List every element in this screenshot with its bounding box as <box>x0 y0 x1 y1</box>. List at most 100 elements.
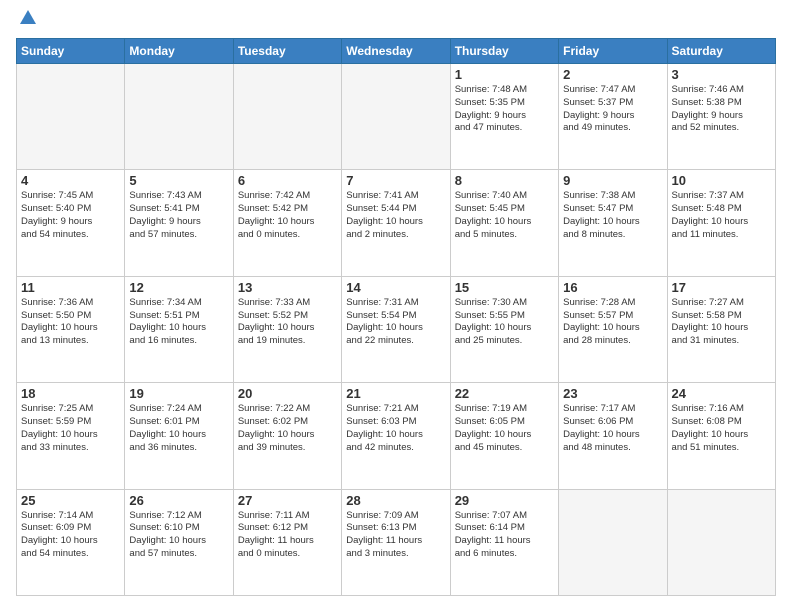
calendar-cell: 12 Sunrise: 7:34 AM Sunset: 5:51 PM Dayli… <box>125 276 233 382</box>
day-info: Sunrise: 7:21 AM Sunset: 6:03 PM Dayligh… <box>346 403 445 454</box>
day-number: 8 <box>455 173 554 188</box>
day-info: Sunrise: 7:28 AM Sunset: 5:57 PM Dayligh… <box>563 297 662 348</box>
day-number: 3 <box>672 67 771 82</box>
day-number: 14 <box>346 280 445 295</box>
calendar-cell: 14 Sunrise: 7:31 AM Sunset: 5:54 PM Dayli… <box>342 276 450 382</box>
weekday-header-thursday: Thursday <box>450 39 558 64</box>
day-info: Sunrise: 7:41 AM Sunset: 5:44 PM Dayligh… <box>346 190 445 241</box>
calendar-cell: 8 Sunrise: 7:40 AM Sunset: 5:45 PM Daylig… <box>450 170 558 276</box>
day-info: Sunrise: 7:45 AM Sunset: 5:40 PM Dayligh… <box>21 190 120 241</box>
calendar-cell <box>559 489 667 595</box>
day-info: Sunrise: 7:42 AM Sunset: 5:42 PM Dayligh… <box>238 190 337 241</box>
day-info: Sunrise: 7:37 AM Sunset: 5:48 PM Dayligh… <box>672 190 771 241</box>
weekday-header-sunday: Sunday <box>17 39 125 64</box>
calendar-cell: 27Sunrise: 7:11 AM Sunset: 6:12 PM Dayli… <box>233 489 341 595</box>
weekday-header-friday: Friday <box>559 39 667 64</box>
calendar-cell: 11 Sunrise: 7:36 AM Sunset: 5:50 PM Dayli… <box>17 276 125 382</box>
day-number: 23 <box>563 386 662 401</box>
day-info: Sunrise: 7:30 AM Sunset: 5:55 PM Dayligh… <box>455 297 554 348</box>
day-number: 13 <box>238 280 337 295</box>
day-number: 18 <box>21 386 120 401</box>
day-info: Sunrise: 7:43 AM Sunset: 5:41 PM Dayligh… <box>129 190 228 241</box>
calendar-cell: 10 Sunrise: 7:37 AM Sunset: 5:48 PM Dayli… <box>667 170 775 276</box>
day-info: Sunrise: 7:09 AM Sunset: 6:13 PM Dayligh… <box>346 510 445 561</box>
calendar-week-row: 18Sunrise: 7:25 AM Sunset: 5:59 PM Dayli… <box>17 383 776 489</box>
day-number: 11 <box>21 280 120 295</box>
day-number: 21 <box>346 386 445 401</box>
weekday-header-saturday: Saturday <box>667 39 775 64</box>
logo <box>16 16 38 28</box>
day-number: 12 <box>129 280 228 295</box>
day-number: 19 <box>129 386 228 401</box>
day-info: Sunrise: 7:24 AM Sunset: 6:01 PM Dayligh… <box>129 403 228 454</box>
calendar-cell: 2 Sunrise: 7:47 AM Sunset: 5:37 PM Daylig… <box>559 64 667 170</box>
logo-icon <box>18 8 38 28</box>
day-info: Sunrise: 7:40 AM Sunset: 5:45 PM Dayligh… <box>455 190 554 241</box>
calendar-cell <box>17 64 125 170</box>
day-number: 26 <box>129 493 228 508</box>
day-number: 1 <box>455 67 554 82</box>
day-number: 29 <box>455 493 554 508</box>
day-info: Sunrise: 7:22 AM Sunset: 6:02 PM Dayligh… <box>238 403 337 454</box>
day-number: 27 <box>238 493 337 508</box>
day-info: Sunrise: 7:48 AM Sunset: 5:35 PM Dayligh… <box>455 84 554 135</box>
day-number: 9 <box>563 173 662 188</box>
day-info: Sunrise: 7:12 AM Sunset: 6:10 PM Dayligh… <box>129 510 228 561</box>
page: SundayMondayTuesdayWednesdayThursdayFrid… <box>0 0 792 612</box>
calendar-cell: 16 Sunrise: 7:28 AM Sunset: 5:57 PM Dayli… <box>559 276 667 382</box>
day-number: 28 <box>346 493 445 508</box>
day-number: 16 <box>563 280 662 295</box>
weekday-header-monday: Monday <box>125 39 233 64</box>
calendar-table: SundayMondayTuesdayWednesdayThursdayFrid… <box>16 38 776 596</box>
day-info: Sunrise: 7:19 AM Sunset: 6:05 PM Dayligh… <box>455 403 554 454</box>
day-info: Sunrise: 7:33 AM Sunset: 5:52 PM Dayligh… <box>238 297 337 348</box>
calendar-cell: 28 Sunrise: 7:09 AM Sunset: 6:13 PM Dayli… <box>342 489 450 595</box>
day-info: Sunrise: 7:31 AM Sunset: 5:54 PM Dayligh… <box>346 297 445 348</box>
day-number: 17 <box>672 280 771 295</box>
day-number: 2 <box>563 67 662 82</box>
day-number: 7 <box>346 173 445 188</box>
calendar-cell: 22 Sunrise: 7:19 AM Sunset: 6:05 PM Dayli… <box>450 383 558 489</box>
day-number: 22 <box>455 386 554 401</box>
day-number: 6 <box>238 173 337 188</box>
calendar-cell: 5 Sunrise: 7:43 AM Sunset: 5:41 PM Daylig… <box>125 170 233 276</box>
day-number: 25 <box>21 493 120 508</box>
calendar-cell <box>233 64 341 170</box>
day-info: Sunrise: 7:38 AM Sunset: 5:47 PM Dayligh… <box>563 190 662 241</box>
calendar-cell: 1 Sunrise: 7:48 AM Sunset: 5:35 PM Daylig… <box>450 64 558 170</box>
calendar-week-row: 25 Sunrise: 7:14 AM Sunset: 6:09 PM Dayli… <box>17 489 776 595</box>
day-number: 5 <box>129 173 228 188</box>
calendar-cell: 4 Sunrise: 7:45 AM Sunset: 5:40 PM Daylig… <box>17 170 125 276</box>
calendar-cell <box>667 489 775 595</box>
calendar-cell: 19 Sunrise: 7:24 AM Sunset: 6:01 PM Dayli… <box>125 383 233 489</box>
calendar-cell: 26 Sunrise: 7:12 AM Sunset: 6:10 PM Dayli… <box>125 489 233 595</box>
calendar-week-row: 11 Sunrise: 7:36 AM Sunset: 5:50 PM Dayli… <box>17 276 776 382</box>
day-info: Sunrise: 7:27 AM Sunset: 5:58 PM Dayligh… <box>672 297 771 348</box>
day-info: Sunrise: 7:14 AM Sunset: 6:09 PM Dayligh… <box>21 510 120 561</box>
calendar-cell: 24 Sunrise: 7:16 AM Sunset: 6:08 PM Dayli… <box>667 383 775 489</box>
calendar-cell: 23 Sunrise: 7:17 AM Sunset: 6:06 PM Dayli… <box>559 383 667 489</box>
day-info: Sunrise: 7:47 AM Sunset: 5:37 PM Dayligh… <box>563 84 662 135</box>
day-info: Sunrise: 7:46 AM Sunset: 5:38 PM Dayligh… <box>672 84 771 135</box>
calendar-cell: 13 Sunrise: 7:33 AM Sunset: 5:52 PM Dayli… <box>233 276 341 382</box>
day-number: 4 <box>21 173 120 188</box>
day-number: 10 <box>672 173 771 188</box>
calendar-cell: 6 Sunrise: 7:42 AM Sunset: 5:42 PM Daylig… <box>233 170 341 276</box>
day-info: Sunrise: 7:17 AM Sunset: 6:06 PM Dayligh… <box>563 403 662 454</box>
calendar-cell: 7 Sunrise: 7:41 AM Sunset: 5:44 PM Daylig… <box>342 170 450 276</box>
calendar-week-row: 4 Sunrise: 7:45 AM Sunset: 5:40 PM Daylig… <box>17 170 776 276</box>
day-info: Sunrise: 7:36 AM Sunset: 5:50 PM Dayligh… <box>21 297 120 348</box>
calendar-cell: 17 Sunrise: 7:27 AM Sunset: 5:58 PM Dayli… <box>667 276 775 382</box>
calendar-cell: 20Sunrise: 7:22 AM Sunset: 6:02 PM Dayli… <box>233 383 341 489</box>
calendar-cell: 18Sunrise: 7:25 AM Sunset: 5:59 PM Dayli… <box>17 383 125 489</box>
day-number: 15 <box>455 280 554 295</box>
header <box>16 16 776 28</box>
calendar-cell: 9 Sunrise: 7:38 AM Sunset: 5:47 PM Daylig… <box>559 170 667 276</box>
calendar-cell: 21 Sunrise: 7:21 AM Sunset: 6:03 PM Dayli… <box>342 383 450 489</box>
calendar-week-row: 1 Sunrise: 7:48 AM Sunset: 5:35 PM Daylig… <box>17 64 776 170</box>
calendar-cell: 3 Sunrise: 7:46 AM Sunset: 5:38 PM Daylig… <box>667 64 775 170</box>
day-info: Sunrise: 7:16 AM Sunset: 6:08 PM Dayligh… <box>672 403 771 454</box>
day-info: Sunrise: 7:34 AM Sunset: 5:51 PM Dayligh… <box>129 297 228 348</box>
day-number: 24 <box>672 386 771 401</box>
calendar-cell: 25 Sunrise: 7:14 AM Sunset: 6:09 PM Dayli… <box>17 489 125 595</box>
